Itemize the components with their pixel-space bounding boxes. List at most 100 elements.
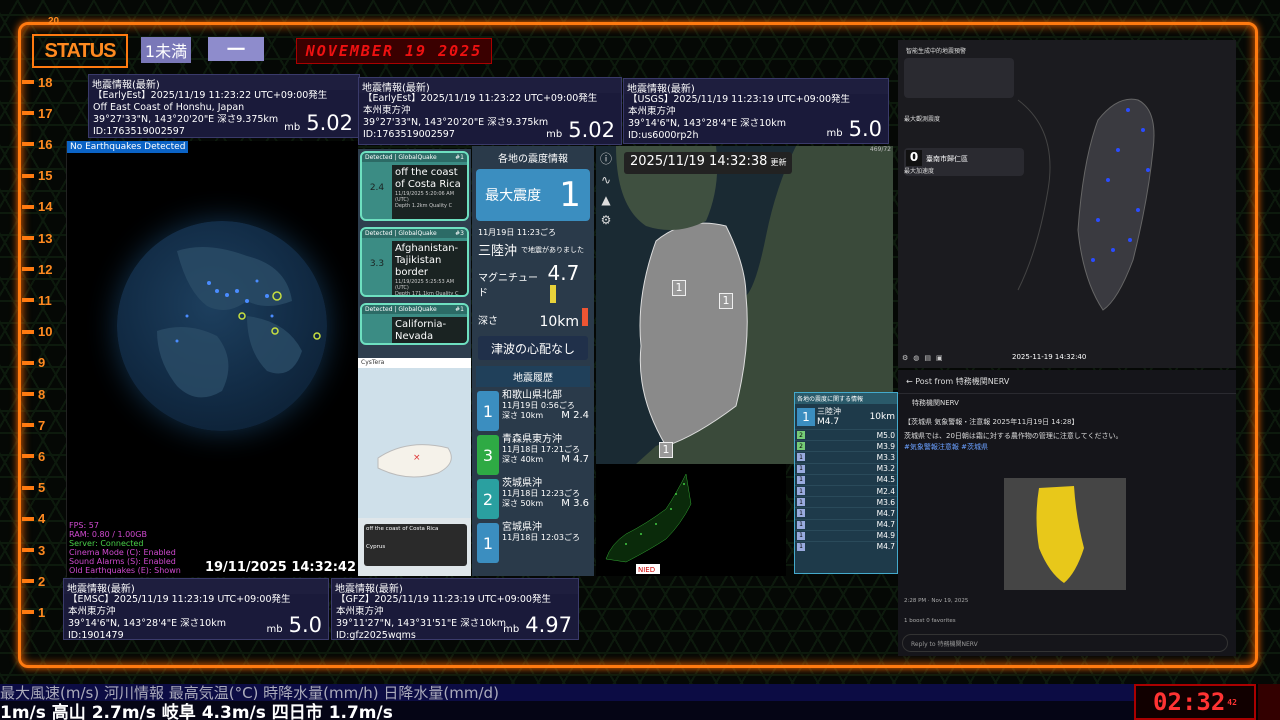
region-row[interactable]: 2 M5.0 [795, 429, 897, 440]
stage: 20 18 17 16 15 14 13 12 11 10 9 8 7 6 5 4 3 2 1 STATUS 1未… [0, 0, 1280, 720]
region-depth: 10km [869, 411, 895, 422]
history-header: 地震履歴 [476, 366, 590, 387]
gear-icon[interactable]: ⚙ [601, 213, 612, 227]
post-title: ← Post from 特務機関NERV [898, 370, 1236, 394]
taiwan-toolbar: ⚙ ◍ ▤ ▣ [902, 354, 943, 362]
quake-card[interactable]: 地震情報(最新) 【EMSC】2025/11/19 11:23:19 UTC+0… [63, 578, 329, 641]
post-body-2: 茨城県では、20日朝は霜に対する農作物の管理に注意してください。 [904, 432, 1123, 440]
history-item[interactable]: 1 宮城県沖 11月18日 12:03ごろ [477, 523, 589, 563]
cyprus-map-canvas: × [358, 368, 471, 518]
globalquake-card[interactable]: Detected | GlobalQuake #1 2.4 off the coa… [360, 151, 469, 221]
info-icon[interactable]: ⓘ [600, 150, 612, 167]
post-foot: 2:28 PM · Nov 19, 2025 [904, 598, 969, 604]
quake-card-source: 【EMSC】2025/11/19 11:23:19 UTC+09:00発生 [68, 594, 291, 605]
post-body: 【茨城県 気象警報・注意報 2025年11月19日 14:28】 [904, 418, 1079, 426]
post-panel[interactable]: ← Post from 特務機関NERV 特務機関NERV 【茨城県 気象警報・… [898, 370, 1236, 656]
ruler-tick: 7 [22, 413, 62, 437]
quake-card[interactable]: 地震情報(最新) 【EarlyEst】2025/11/19 11:23:22 U… [88, 74, 360, 138]
history-item[interactable]: 2 茨城県沖 11月18日 12:23ごろ 深さ 50km M 3.6 [477, 479, 589, 519]
region-row[interactable]: 1 M4.7 [795, 540, 897, 552]
gear-icon[interactable]: ⚙ [902, 354, 908, 362]
globalquake-card[interactable]: Detected | GlobalQuake #1 California-Neva… [360, 303, 469, 345]
shindo-header: 各地の震度情報 [498, 154, 568, 165]
map-timestamp: 2025/11/19 14:32:38 更新 [624, 152, 793, 174]
ticker: 最大風速(m/s) 河川情報 最高気温(°C) 時降水量(mm/h) 日降水量(… [0, 684, 1280, 720]
post-title-text: Post from 特務機関NERV [915, 377, 1010, 386]
quake-time: 11月19日 11:23ごろ [478, 228, 556, 237]
map-toolbar: ⓘ ∿ ▲ ⚙ [596, 148, 616, 238]
quake-card-region: 本州東方沖 [363, 105, 411, 116]
region-header: 各地の震度に関する情報 [795, 393, 897, 404]
ruler: 18 17 16 15 14 13 12 11 10 9 8 7 6 5 4 3 2 1 [22, 70, 62, 640]
map-update-label: 更新 [770, 158, 787, 167]
region-row[interactable]: 2 M3.9 [795, 440, 897, 451]
globalquake-card[interactable]: Detected | GlobalQuake #3 3.3 Afghanistan… [360, 227, 469, 297]
map-time-value: 2025/11/19 14:32:38 [630, 154, 768, 169]
shindo-marker: 1 [719, 293, 733, 309]
quake-card-source: 【EarlyEst】2025/11/19 11:23:22 UTC+09:00発… [363, 93, 598, 104]
region-row[interactable]: 1 M4.9 [795, 529, 897, 541]
globe-icon[interactable]: ◍ [913, 354, 919, 362]
reply-input[interactable]: Reply to 特務機関NERV [902, 634, 1228, 652]
history-item[interactable]: 1 和歌山県北部 11月19日 0:56ごろ 深さ 10km M 2.4 [477, 391, 589, 431]
region-row[interactable]: 1 M3.2 [795, 462, 897, 474]
max-shindo-box: 最大震度 1 [476, 169, 590, 221]
region-badge: 1 [797, 407, 815, 426]
quake-place-suffix: で地震がありました [521, 245, 585, 254]
ruler-tick: 4 [22, 507, 62, 531]
region-row[interactable]: 1 M2.4 [795, 484, 897, 496]
region-mag: M4.7 [817, 417, 840, 427]
shindo-marker: 1 [672, 280, 686, 296]
quake-card-header: 地震情報(最新) [64, 579, 328, 595]
corner-block [1258, 684, 1280, 720]
ruler-tick: 12 [22, 257, 62, 281]
quake-card[interactable]: 地震情報(最新) 【USGS】2025/11/19 11:23:19 UTC+0… [623, 78, 889, 144]
region-row[interactable]: 1 M3.6 [795, 496, 897, 507]
globe-panel[interactable]: No Earthquakes Detected FPS: 57 RAM: 0.80… [66, 141, 358, 577]
ruler-tick: 6 [22, 444, 62, 468]
ruler-tick: 17 [22, 101, 62, 125]
warning-icon[interactable]: ▲ [601, 193, 610, 207]
globe-stat-line: Server: Connected [69, 539, 144, 548]
history-list[interactable]: 1 和歌山県北部 11月19日 0:56ごろ 深さ 10km M 2.4 3 青森県… [476, 391, 590, 563]
chart-icon[interactable]: ▤ [924, 354, 931, 362]
post-image[interactable] [1004, 478, 1126, 590]
region-row[interactable]: 1 M4.7 [795, 507, 897, 518]
max-shindo-label: 最大震度 [485, 188, 542, 204]
post-stats: 1 boost 0 favorites [904, 618, 956, 624]
region-row[interactable]: 1 M4.7 [795, 518, 897, 530]
clock-time: 02:32 [1153, 688, 1226, 716]
quake-card-header: 地震情報(最新) [89, 75, 359, 91]
quake-card[interactable]: 地震情報(最新) 【GFZ】2025/11/19 11:23:19 UTC+09… [331, 578, 579, 641]
date-banner: NOVEMBER 19 2025 [296, 38, 492, 64]
region-row[interactable]: 1 M3.3 [795, 451, 897, 462]
shindo-marker: 1 [659, 442, 673, 458]
post-tags[interactable]: #気象警報注意報 #茨城県 [904, 442, 1236, 452]
camera-icon[interactable]: ▣ [936, 354, 943, 362]
mag-value: 4.7 [547, 261, 580, 285]
status-badge-b: 一 [208, 37, 264, 61]
depth-value: 10km [539, 314, 579, 330]
region-row[interactable]: 1 M4.5 [795, 473, 897, 485]
ruler-tick: 18 [22, 70, 62, 94]
quake-card-source: 【USGS】2025/11/19 11:23:19 UTC+09:00発生 [628, 94, 851, 105]
earth-globe[interactable] [117, 221, 327, 431]
taiwan-panel[interactable]: 智能生成中的地震預警 0 臺南市歸仁區 最大觀測震度 最大加速度 2025-11-… [898, 40, 1236, 368]
quake-card[interactable]: 地震情報(最新) 【EarlyEst】2025/11/19 11:23:22 U… [358, 77, 622, 145]
globe-stat-line: Sound Alarms (S): Enabled [69, 557, 176, 566]
taiwan-time: 2025-11-19 14:32:40 [1012, 353, 1087, 361]
mag-label: マグニチュード [478, 272, 538, 299]
quake-card-mag: mb 5.0 [826, 117, 883, 141]
post-author[interactable]: 特務機関NERV [912, 398, 1236, 408]
quake-card-source: 【GFZ】2025/11/19 11:23:19 UTC+09:00発生 [336, 594, 551, 605]
nied-monitor[interactable]: NIED [596, 464, 786, 576]
ruler-tick: 10 [22, 320, 62, 344]
wave-icon[interactable]: ∿ [601, 173, 611, 187]
ruler-tick: 5 [22, 476, 62, 500]
svg-text:×: × [413, 453, 421, 463]
ticker-bottom: 1m/s 高山 2.7m/s 岐阜 4.3m/s 四日市 1.7m/s [0, 701, 1134, 720]
globe-stat-line: FPS: 57 [69, 521, 99, 530]
history-item[interactable]: 3 青森県東方沖 11月18日 17:21ごろ 深さ 40km M 4.7 [477, 435, 589, 475]
globe-stats: FPS: 57 RAM: 0.80 / 1.00GB Server: Connect… [69, 521, 181, 575]
cyprus-map[interactable]: CysTera × off the coast of Costa Rica Cy… [358, 358, 471, 576]
